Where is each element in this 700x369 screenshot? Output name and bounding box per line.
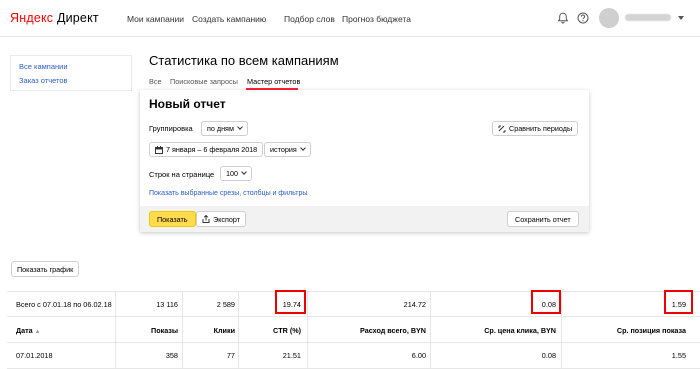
total-clicks: 2 589 [216,300,235,309]
header-avg-position[interactable]: Ср. позиция показа [617,326,686,335]
sidebar-item-report-orders[interactable]: Заказ отчетов [19,76,68,85]
logo-direct-text: Директ [56,11,99,25]
compare-periods-button[interactable]: Сравнить периоды [492,121,579,136]
nav-keyword-selection[interactable]: Подбор слов [284,14,335,24]
chevron-down-icon [241,169,247,175]
highlight-avg-position [664,290,693,314]
table-top-border [7,291,700,292]
row-date: 07.01.2018 [16,351,53,360]
row-ctr: 21.51 [282,351,301,360]
nav-create-campaign[interactable]: Создать кампанию [192,14,266,24]
total-spend: 214.72 [403,300,426,309]
highlight-ctr [275,290,306,314]
username-blurred[interactable] [625,14,671,21]
calendar-icon [155,145,163,154]
header-row-divider [7,342,700,343]
logo-yandex-text: Яндекс [10,11,54,25]
rows-per-page-label: Строк на странице [149,170,215,179]
header-date[interactable]: Дата ▲ [16,326,41,335]
nav-budget-forecast[interactable]: Прогноз бюджета [342,14,411,24]
help-icon[interactable] [577,12,589,24]
col-divider [561,291,562,369]
history-value: история [270,145,297,154]
export-label: Экспорт [213,214,241,224]
col-divider [182,291,183,369]
highlight-avg-cpc [531,290,561,314]
date-range-picker[interactable]: 7 января – 6 февраля 2018 [149,142,264,157]
col-divider [430,291,431,369]
avatar[interactable] [599,8,619,28]
tab-all[interactable]: Все [149,77,162,86]
rows-per-page-value: 100 [226,169,238,178]
row-avg-position: 1.55 [671,351,686,360]
date-range-value: 7 января – 6 февраля 2018 [166,145,258,154]
history-select[interactable]: история [264,142,311,157]
chevron-down-icon [237,124,243,130]
bell-icon[interactable] [557,12,569,24]
row-avg-cpc: 0.08 [541,351,556,360]
save-report-button[interactable]: Сохранить отчет [507,211,579,227]
save-report-label: Сохранить отчет [515,214,571,224]
col-divider [115,291,116,369]
user-menu-caret-icon[interactable] [678,16,684,20]
grouping-value: по дням [207,124,234,133]
show-report-button[interactable]: Показать [149,211,196,227]
col-divider [238,291,239,369]
compare-icon [498,125,506,132]
chevron-down-icon [299,145,306,151]
report-title: Новый отчет [149,97,226,111]
page-title: Статистика по всем кампаниям [149,53,339,68]
sidebar: Все кампании Заказ отчетов [10,55,132,91]
sidebar-item-all-campaigns[interactable]: Все кампании [19,62,68,71]
yandex-direct-logo[interactable]: Яндекс Директ [10,11,99,25]
header-clicks[interactable]: Клики [214,326,235,335]
header-ctr[interactable]: CTR (%) [273,326,301,335]
top-header: Яндекс Директ Мои кампании Создать кампа… [0,0,700,37]
compare-periods-label: Сравнить периоды [509,124,573,133]
total-impressions: 13 116 [156,300,178,309]
row-impressions: 358 [165,351,178,360]
show-slices-link[interactable]: Показать выбранные срезы, столбцы и филь… [149,190,307,197]
col-divider [307,291,308,369]
report-panel-footer: Показать Экспорт Сохранить отчет [140,206,589,232]
export-icon [202,215,210,223]
show-chart-button[interactable]: Показать график [11,261,80,277]
show-chart-label: Показать график [17,264,74,274]
export-button[interactable]: Экспорт [196,211,247,227]
nav-my-campaigns[interactable]: Мои кампании [127,14,184,24]
total-row-divider [7,316,700,317]
header-date-label: Дата [16,326,33,335]
header-spend[interactable]: Расход всего, BYN [360,326,426,335]
row-spend: 6.00 [411,351,426,360]
header-avg-cpc[interactable]: Ср. цена клика, BYN [484,326,556,335]
show-report-label: Показать [157,214,188,224]
grouping-label: Группировка [149,124,193,133]
row-clicks: 77 [226,351,235,360]
tab-search-queries[interactable]: Поисковые запросы [170,77,238,86]
rows-per-page-select[interactable]: 100 [220,166,252,181]
new-report-panel: Новый отчет Группировка по дням Сравнить… [140,90,589,232]
grouping-select[interactable]: по дням [201,121,248,136]
sort-asc-icon: ▲ [34,329,41,335]
header-impressions[interactable]: Показы [151,326,178,335]
tab-report-wizard[interactable]: Мастер отчетов [247,77,300,86]
total-period-label: Всего с 07.01.18 по 06.02.18 [16,300,112,309]
